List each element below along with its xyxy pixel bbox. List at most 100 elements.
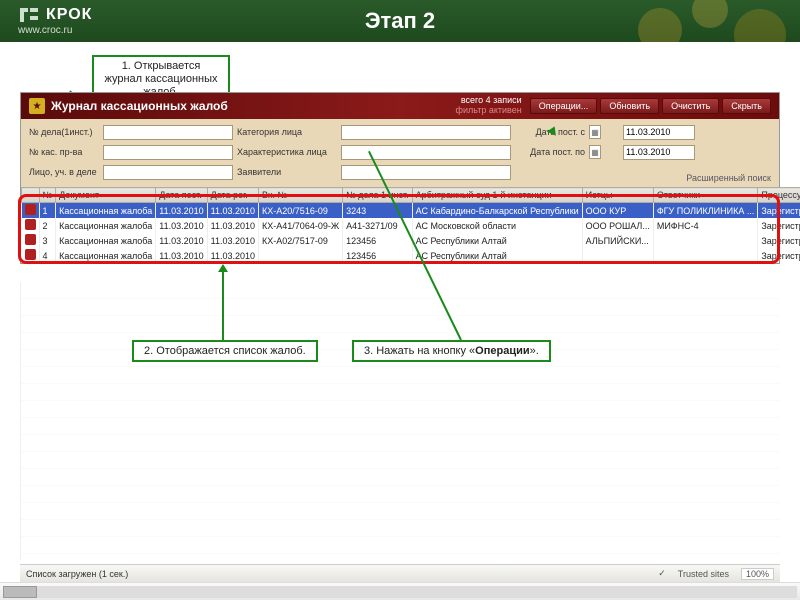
cell-number: 3 <box>39 233 56 248</box>
cell-number: 4 <box>39 248 56 263</box>
cell-vx: КХ-А20/7516-09 <box>259 203 343 219</box>
page-title: Этап 2 <box>365 8 435 34</box>
cell-court: АС Республики Алтай <box>412 233 582 248</box>
cell-caseno: 123456 <box>343 233 413 248</box>
col-icon[interactable] <box>22 188 40 203</box>
cell-court: АС Республики Алтай <box>412 248 582 263</box>
col-plaintiffs[interactable]: Истцы <box>582 188 653 203</box>
trusted-sites-label: Trusted sites <box>678 569 729 579</box>
col-court[interactable]: Арбитражный суд 1-й инстанции <box>412 188 582 203</box>
cell-date-post: 11.03.2010 <box>156 233 207 248</box>
zoom-level[interactable]: 100% <box>741 568 774 580</box>
label-applicants: Заявители <box>237 167 337 177</box>
input-date-from[interactable] <box>623 125 695 140</box>
cell-date-reg: 11.03.2010 <box>207 248 258 263</box>
col-date-post[interactable]: Дата пост. <box>156 188 207 203</box>
scrollbar-track[interactable] <box>3 586 797 598</box>
input-characteristic[interactable] <box>341 145 511 160</box>
input-date-to[interactable] <box>623 145 695 160</box>
header-buttons: Операции... Обновить Очистить Скрыть <box>530 98 771 114</box>
cell-plaintiff <box>582 248 653 263</box>
label-date-to: Дата пост. по <box>515 147 585 157</box>
col-date-reg[interactable]: Дата рег. <box>207 188 258 203</box>
app-window: ★ Журнал кассационных жалоб всего 4 запи… <box>20 92 780 264</box>
cell-court: АС Кабардино-Балкарской Республики <box>412 203 582 219</box>
cell-caseno: 123456 <box>343 248 413 263</box>
brand-bar: КРОК www.croc.ru Этап 2 <box>0 0 800 42</box>
record-count: всего 4 записи фильтр активен <box>456 96 522 116</box>
calendar-from-icon[interactable]: ▦ <box>589 125 601 139</box>
cell-state: Зарегистрировано <box>758 233 800 248</box>
cell-date-post: 11.03.2010 <box>156 203 207 219</box>
cell-document: Кассационная жалоба <box>56 233 156 248</box>
hide-button[interactable]: Скрыть <box>722 98 771 114</box>
cell-date-post: 11.03.2010 <box>156 248 207 263</box>
advanced-search-link[interactable]: Расширенный поиск <box>686 173 771 183</box>
cell-state: Зарегистрировано <box>758 203 800 219</box>
label-characteristic: Характеристика лица <box>237 147 337 157</box>
cell-document: Кассационная жалоба <box>56 203 156 219</box>
cell-plaintiff: ООО КУР <box>582 203 653 219</box>
cell-defendant <box>653 233 758 248</box>
input-applicants[interactable] <box>341 165 511 180</box>
croc-logo-icon <box>18 6 40 24</box>
col-vx-number[interactable]: Вх. № <box>259 188 343 203</box>
window-header: ★ Журнал кассационных жалоб всего 4 запи… <box>21 93 779 119</box>
callout-2: 2. Отображается список жалоб. <box>132 340 318 362</box>
col-document[interactable]: Документ <box>56 188 156 203</box>
cell-plaintiff: ООО РОШАЛ... <box>582 218 653 233</box>
row-status-icon <box>25 219 36 230</box>
col-proc-state[interactable]: Процессуальное состоя... <box>758 188 800 203</box>
cell-vx <box>259 248 343 263</box>
input-category[interactable] <box>341 125 511 140</box>
input-case-number[interactable] <box>103 125 233 140</box>
status-right: ✓ Trusted sites 100% <box>658 568 774 580</box>
brand-logo: КРОК www.croc.ru <box>18 6 92 36</box>
cell-defendant <box>653 248 758 263</box>
cell-court: АС Московской области <box>412 218 582 233</box>
cell-date-reg: 11.03.2010 <box>207 218 258 233</box>
table-row[interactable]: 2Кассационная жалоба11.03.201011.03.2010… <box>22 218 800 233</box>
table-row[interactable]: 1Кассационная жалоба11.03.201011.03.2010… <box>22 203 800 219</box>
refresh-button[interactable]: Обновить <box>600 98 659 114</box>
brand-name: КРОК <box>46 7 92 23</box>
cell-number: 2 <box>39 218 56 233</box>
cell-document: Кассационная жалоба <box>56 218 156 233</box>
cell-plaintiff: АЛЬПИЙСКИ... <box>582 233 653 248</box>
trusted-sites-icon: ✓ <box>658 568 666 579</box>
scrollbar-thumb[interactable] <box>3 586 37 598</box>
row-status-icon <box>25 234 36 245</box>
complaints-table: № Документ Дата пост. Дата рег. Вх. № № … <box>21 187 800 263</box>
status-bar: Список загружен (1 сек.) ✓ Trusted sites… <box>20 564 780 582</box>
row-status-icon <box>25 204 36 215</box>
cell-date-post: 11.03.2010 <box>156 218 207 233</box>
input-person[interactable] <box>103 165 233 180</box>
label-category: Категория лица <box>237 127 337 137</box>
cell-defendant: ФГУ ПОЛИКЛИНИКА ... <box>653 203 758 219</box>
cell-date-reg: 11.03.2010 <box>207 233 258 248</box>
brand-url: www.croc.ru <box>18 26 92 36</box>
input-kas-proc[interactable] <box>103 145 233 160</box>
cell-vx: КХ-А41/7064-09-Ж <box>259 218 343 233</box>
table-header-row: № Документ Дата пост. Дата рег. Вх. № № … <box>22 188 800 203</box>
col-defendants[interactable]: Ответчики <box>653 188 758 203</box>
cell-state: Зарегистрировано <box>758 218 800 233</box>
bottom-scrollbar[interactable] <box>0 582 800 600</box>
cell-date-reg: 11.03.2010 <box>207 203 258 219</box>
label-person: Лицо, уч. в деле <box>29 167 99 177</box>
decorative-spheres <box>620 0 800 42</box>
label-case-number: № дела(1инст.) <box>29 127 99 137</box>
calendar-to-icon[interactable]: ▦ <box>589 145 601 159</box>
label-kas-proc: № кас. пр-ва <box>29 147 99 157</box>
callout-2-arrow-icon <box>218 264 228 272</box>
filter-panel: № дела(1инст.) Категория лица Дата пост.… <box>21 119 779 187</box>
operations-button[interactable]: Операции... <box>530 98 598 114</box>
col-number[interactable]: № <box>39 188 56 203</box>
star-icon: ★ <box>29 98 45 114</box>
clear-button[interactable]: Очистить <box>662 98 719 114</box>
col-case-1inst[interactable]: № дела 1 инст. <box>343 188 413 203</box>
status-text: Список загружен (1 сек.) <box>26 569 128 579</box>
cell-number: 1 <box>39 203 56 219</box>
table-row[interactable]: 4Кассационная жалоба11.03.201011.03.2010… <box>22 248 800 263</box>
row-status-icon <box>25 249 36 260</box>
